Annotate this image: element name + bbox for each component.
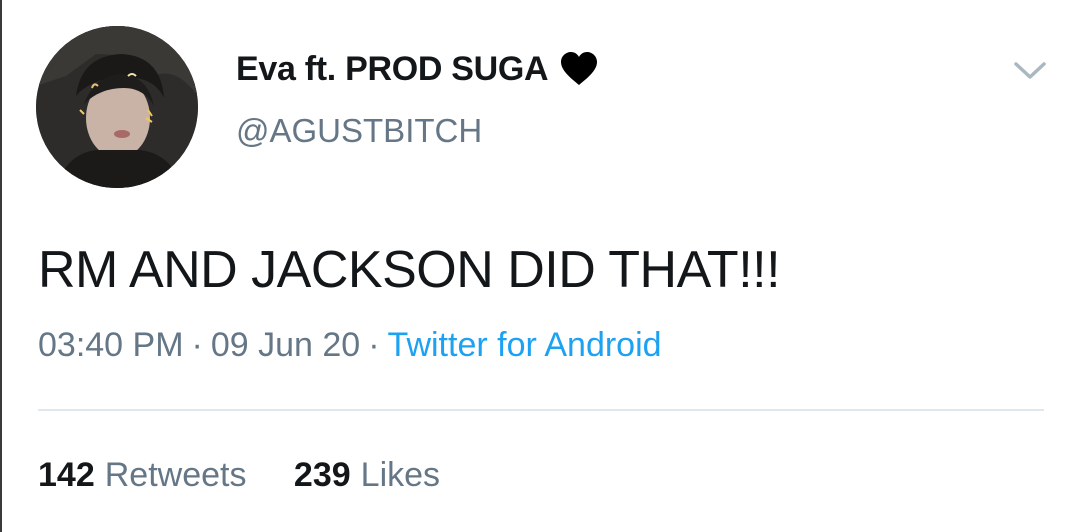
author-row: Eva ft. PROD SUGA xyxy=(236,48,598,90)
avatar[interactable] xyxy=(36,26,198,188)
likes-stat[interactable]: 239 Likes xyxy=(294,456,440,495)
likes-count: 239 xyxy=(293,456,351,494)
retweets-label: Retweets xyxy=(104,456,247,494)
tweet-stats: 142 Retweets 239 Likes xyxy=(38,456,440,495)
avatar-image xyxy=(36,26,198,188)
black-heart-icon xyxy=(560,52,598,86)
likes-label: Likes xyxy=(360,456,441,494)
meta-separator: · xyxy=(368,326,380,364)
tweet-metadata: 03:40 PM · 09 Jun 20 · Twitter for Android xyxy=(38,326,662,365)
retweets-stat[interactable]: 142 Retweets xyxy=(38,456,246,495)
tweet-date[interactable]: 09 Jun 20 xyxy=(211,326,360,364)
chevron-down-icon[interactable] xyxy=(1012,56,1048,84)
tweet-time[interactable]: 03:40 PM xyxy=(38,326,184,364)
author-handle[interactable]: @AGUSTBITCH xyxy=(236,112,482,150)
window-edge xyxy=(0,0,2,532)
meta-separator: · xyxy=(191,326,203,364)
divider xyxy=(38,409,1044,411)
retweets-count: 142 xyxy=(38,456,95,494)
tweet-source-link[interactable]: Twitter for Android xyxy=(388,326,662,364)
tweet-text: RM AND JACKSON DID THAT!!! xyxy=(38,241,781,299)
author-display-name[interactable]: Eva ft. PROD SUGA xyxy=(236,50,549,89)
